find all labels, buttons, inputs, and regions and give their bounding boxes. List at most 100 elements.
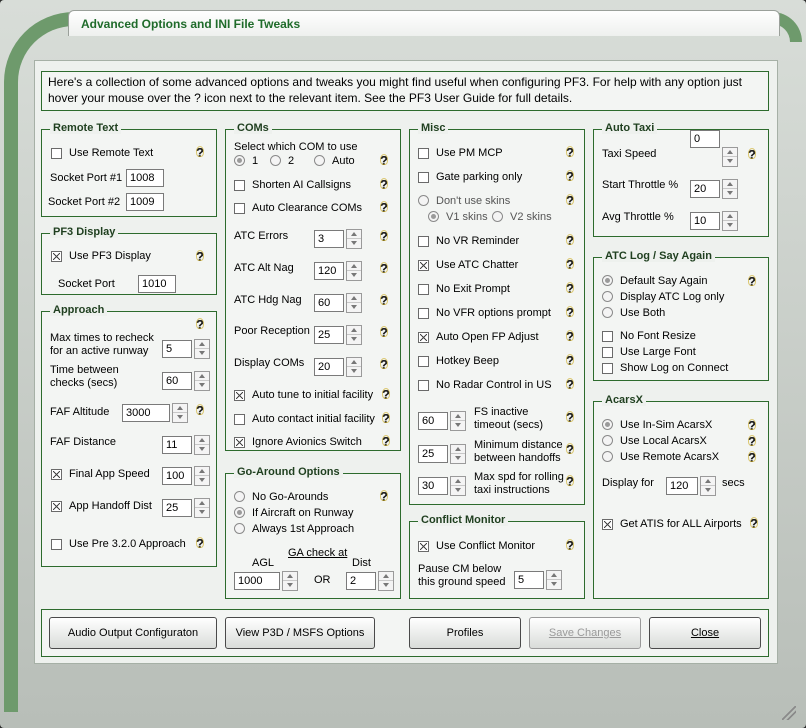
help-icon[interactable] [380, 412, 392, 426]
help-icon[interactable] [378, 294, 390, 308]
in-sim-acarsx-radio[interactable] [602, 419, 613, 430]
poor-reception-spinner[interactable] [346, 325, 362, 345]
save-changes-button[interactable]: Save Changes [529, 617, 641, 649]
always-1st-approach-radio[interactable] [234, 523, 245, 534]
taxi-speed-spinner[interactable] [722, 147, 738, 167]
help-icon[interactable] [194, 146, 206, 160]
use-pm-mcp-checkbox[interactable] [418, 148, 429, 159]
max-recheck-input[interactable]: 5 [162, 340, 192, 358]
auto-clearance-checkbox[interactable] [234, 203, 245, 214]
use-conflict-monitor-checkbox[interactable] [418, 541, 429, 552]
help-icon[interactable] [378, 154, 390, 168]
local-acarsx-radio[interactable] [602, 435, 613, 446]
help-icon[interactable] [564, 194, 576, 208]
display-for-spinner[interactable] [700, 476, 716, 496]
no-go-arounds-radio[interactable] [234, 491, 245, 502]
help-icon[interactable] [564, 282, 576, 296]
poor-reception-input[interactable]: 25 [314, 326, 344, 344]
atc-errors-input[interactable]: 3 [314, 230, 344, 248]
taxi-speed-input[interactable]: 0 [690, 130, 720, 148]
atc-hdg-nag-input[interactable]: 60 [314, 294, 344, 312]
use-large-font-checkbox[interactable] [602, 347, 613, 358]
faf-distance-spinner[interactable] [194, 435, 210, 455]
help-icon[interactable] [194, 404, 206, 418]
atc-errors-spinner[interactable] [346, 229, 362, 249]
min-distance-spinner[interactable] [450, 444, 466, 464]
help-icon[interactable] [564, 258, 576, 272]
auto-open-fp-checkbox[interactable] [418, 332, 429, 343]
socket-port-1-input[interactable]: 1008 [126, 169, 164, 187]
agl-input[interactable]: 1000 [234, 572, 280, 590]
default-say-again-radio[interactable] [602, 275, 613, 286]
help-icon[interactable] [564, 146, 576, 160]
display-for-input[interactable]: 120 [666, 477, 698, 495]
view-p3d-options-button[interactable]: View P3D / MSFS Options [225, 617, 375, 649]
app-handoff-dist-checkbox[interactable] [51, 501, 62, 512]
v1-skins-radio[interactable] [428, 211, 439, 222]
help-icon[interactable] [746, 419, 758, 433]
help-icon[interactable] [564, 539, 576, 553]
com-1-radio[interactable] [234, 155, 245, 166]
help-icon[interactable] [564, 475, 576, 489]
time-between-input[interactable]: 60 [162, 372, 192, 390]
help-icon[interactable] [564, 234, 576, 248]
help-icon[interactable] [564, 443, 576, 457]
app-handoff-dist-spinner[interactable] [194, 498, 210, 518]
help-icon[interactable] [380, 435, 392, 449]
get-atis-checkbox[interactable] [602, 519, 613, 530]
use-pf3-display-checkbox[interactable] [51, 251, 62, 262]
help-icon[interactable] [380, 388, 392, 402]
faf-altitude-spinner[interactable] [172, 403, 188, 423]
use-both-radio[interactable] [602, 307, 613, 318]
help-icon[interactable] [378, 201, 390, 215]
faf-distance-input[interactable]: 11 [162, 436, 192, 454]
display-coms-spinner[interactable] [346, 357, 362, 377]
hotkey-beep-checkbox[interactable] [418, 356, 429, 367]
dont-use-skins-radio[interactable] [418, 195, 429, 206]
display-atc-log-radio[interactable] [602, 291, 613, 302]
max-spd-input[interactable]: 30 [418, 477, 448, 495]
avg-throttle-spinner[interactable] [722, 211, 738, 231]
ignore-avionics-checkbox[interactable] [234, 437, 245, 448]
help-icon[interactable] [194, 250, 206, 264]
no-vfr-prompt-checkbox[interactable] [418, 308, 429, 319]
help-icon[interactable] [564, 378, 576, 392]
help-icon[interactable] [564, 354, 576, 368]
atc-alt-nag-spinner[interactable] [346, 261, 362, 281]
no-radar-checkbox[interactable] [418, 380, 429, 391]
auto-contact-checkbox[interactable] [234, 414, 245, 425]
use-atc-chatter-checkbox[interactable] [418, 260, 429, 271]
min-distance-input[interactable]: 25 [418, 445, 448, 463]
final-app-speed-input[interactable]: 100 [162, 467, 192, 485]
fs-inactive-spinner[interactable] [450, 411, 466, 431]
remote-acarsx-radio[interactable] [602, 451, 613, 462]
close-button[interactable]: Close [649, 617, 761, 649]
com-auto-radio[interactable] [314, 155, 325, 166]
help-icon[interactable] [378, 178, 390, 192]
avg-throttle-input[interactable]: 10 [690, 212, 720, 230]
help-icon[interactable] [748, 517, 760, 531]
help-icon[interactable] [378, 326, 390, 340]
no-vr-reminder-checkbox[interactable] [418, 236, 429, 247]
app-handoff-dist-input[interactable]: 25 [162, 499, 192, 517]
atc-alt-nag-input[interactable]: 120 [314, 262, 344, 280]
help-icon[interactable] [378, 230, 390, 244]
help-icon[interactable] [746, 435, 758, 449]
help-icon[interactable] [746, 148, 758, 162]
help-icon[interactable] [378, 490, 390, 504]
help-icon[interactable] [194, 318, 206, 332]
help-icon[interactable] [746, 451, 758, 465]
socket-port-2-input[interactable]: 1009 [126, 193, 164, 211]
audio-output-button[interactable]: Audio Output Configuraton [49, 617, 217, 649]
time-between-spinner[interactable] [194, 371, 210, 391]
help-icon[interactable] [378, 358, 390, 372]
pause-cm-spinner[interactable] [546, 570, 562, 590]
use-remote-text-checkbox[interactable] [51, 148, 62, 159]
if-aircraft-on-runway-radio[interactable] [234, 507, 245, 518]
fs-inactive-input[interactable]: 60 [418, 412, 448, 430]
faf-altitude-input[interactable]: 3000 [122, 404, 170, 422]
final-app-speed-checkbox[interactable] [51, 469, 62, 480]
profiles-button[interactable]: Profiles [409, 617, 521, 649]
dist-input[interactable]: 2 [346, 572, 376, 590]
no-font-resize-checkbox[interactable] [602, 331, 613, 342]
